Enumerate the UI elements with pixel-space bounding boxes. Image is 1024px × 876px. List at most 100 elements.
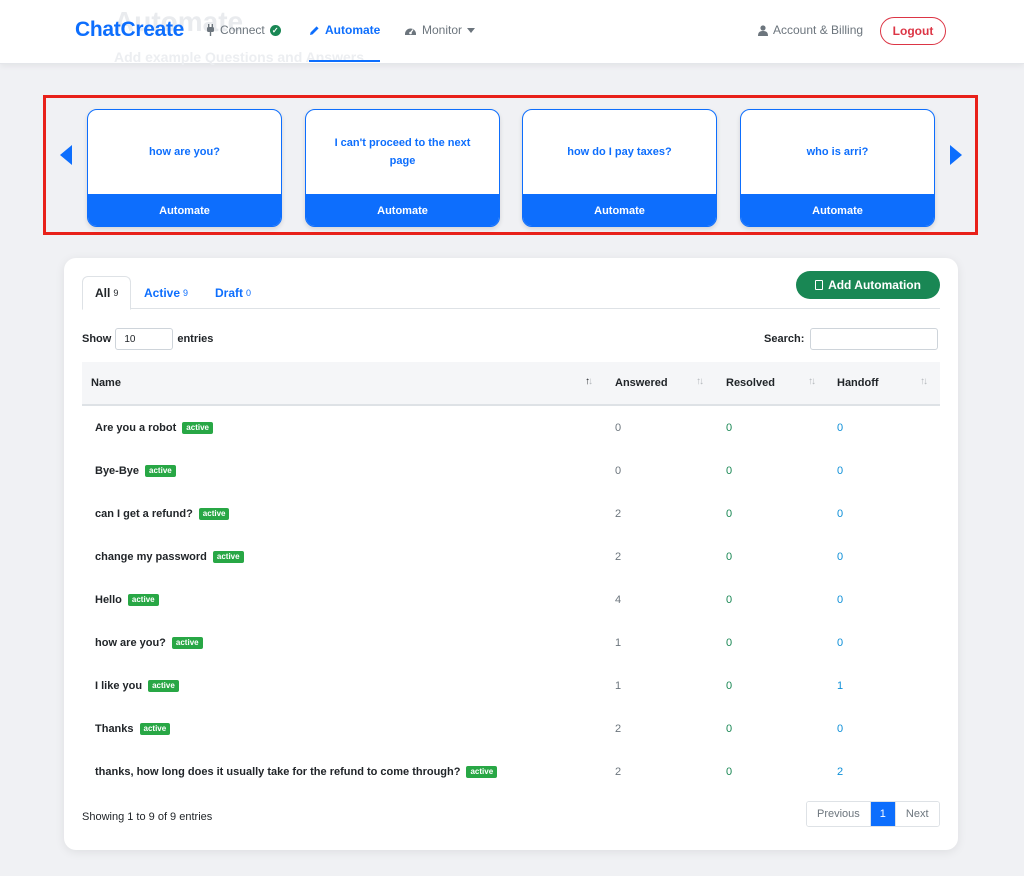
automation-name[interactable]: Are you a robot — [95, 422, 176, 434]
column-header-name[interactable]: Name — [91, 362, 121, 404]
answered-count: 2 — [615, 765, 622, 778]
automation-name-cell: can I get a refund? active — [95, 492, 230, 535]
automation-name[interactable]: can I get a refund? — [95, 508, 193, 520]
tab-all-count: 9 — [113, 288, 119, 298]
table-info: Showing 1 to 9 of 9 entries — [82, 811, 213, 823]
question-card-text: I can't proceed to the next page — [334, 137, 471, 167]
automation-name[interactable]: how are you? — [95, 637, 166, 649]
handoff-count[interactable]: 0 — [837, 492, 843, 535]
logout-button[interactable]: Logout — [880, 17, 946, 45]
automation-name-cell: I like you active — [95, 664, 179, 707]
table-row[interactable]: change my password active 2 0 0 — [82, 535, 940, 578]
entries-per-page-input[interactable] — [115, 328, 174, 350]
table-row[interactable]: thanks, how long does it usually take fo… — [82, 750, 940, 793]
resolved-count[interactable]: 0 — [726, 492, 732, 535]
check-circle-icon: ✓ — [269, 24, 281, 36]
handoff-count[interactable]: 1 — [837, 664, 843, 707]
automation-name[interactable]: thanks, how long does it usually take fo… — [95, 766, 460, 778]
brand-logo[interactable]: ChatCreate — [75, 18, 184, 42]
resolved-count[interactable]: 0 — [726, 621, 732, 664]
ghost-page-subtitle: Add example Questions and Answers — [114, 49, 364, 65]
plug-icon — [207, 24, 214, 36]
user-icon — [758, 24, 768, 36]
handoff-count[interactable]: 0 — [837, 578, 843, 621]
carousel-next-arrow-icon[interactable] — [950, 145, 962, 165]
status-badge: active — [171, 636, 203, 649]
automation-name[interactable]: Hello — [95, 594, 122, 606]
table-row[interactable]: can I get a refund? active 2 0 0 — [82, 492, 940, 535]
sort-asc-icon[interactable]: ↑↓ — [585, 376, 593, 387]
automate-button[interactable]: Automate — [306, 194, 499, 226]
sort-icon[interactable]: ↑↓ — [920, 376, 928, 387]
handoff-count[interactable]: 0 — [837, 707, 843, 750]
pagination-previous[interactable]: Previous — [807, 802, 871, 826]
handoff-count[interactable]: 0 — [837, 535, 843, 578]
nav-monitor-label: Monitor — [422, 23, 463, 37]
handoff-count[interactable]: 0 — [837, 406, 843, 449]
automate-button[interactable]: Automate — [741, 194, 934, 226]
question-card-text: how are you? — [149, 146, 220, 158]
automation-name-cell: Thanks active — [95, 707, 171, 750]
automate-button[interactable]: Automate — [523, 194, 716, 226]
nav-connect-label: Connect — [220, 23, 265, 37]
resolved-count[interactable]: 0 — [726, 707, 732, 750]
status-badge: active — [148, 679, 179, 692]
table-row[interactable]: Thanks active 2 0 0 — [82, 707, 940, 750]
search-input[interactable] — [810, 328, 939, 350]
automation-name[interactable]: I like you — [95, 680, 142, 692]
nav-automate-label: Automate — [325, 23, 381, 37]
status-badge: active — [466, 765, 498, 778]
answered-count: 0 — [615, 464, 622, 477]
table-row[interactable]: Are you a robot active 0 0 0 — [82, 406, 940, 449]
resolved-count[interactable]: 0 — [726, 664, 732, 707]
nav-monitor[interactable]: Monitor — [404, 23, 476, 37]
automation-name[interactable]: Thanks — [95, 723, 134, 735]
tab-draft-count: 0 — [246, 287, 252, 298]
column-header-answered[interactable]: Answered — [615, 362, 668, 404]
sort-icon[interactable]: ↑↓ — [696, 376, 704, 387]
resolved-count[interactable]: 0 — [726, 578, 732, 621]
question-card: how are you? Automate — [87, 109, 282, 227]
answered-count: 1 — [615, 679, 622, 692]
handoff-count[interactable]: 0 — [837, 449, 843, 492]
resolved-count[interactable]: 0 — [726, 535, 732, 578]
question-card-text: who is arri? — [806, 146, 869, 158]
add-automation-button[interactable]: Add Automation — [796, 271, 940, 299]
nav-automate[interactable]: Automate — [309, 23, 380, 37]
search-label: Search: — [764, 333, 805, 345]
table-row[interactable]: Bye-Bye active 0 0 0 — [82, 449, 940, 492]
answered-count: 2 — [615, 722, 622, 735]
handoff-count[interactable]: 0 — [837, 621, 843, 664]
table-row[interactable]: Hello active 4 0 0 — [82, 578, 940, 621]
active-nav-indicator — [309, 60, 380, 62]
status-badge: active — [212, 550, 244, 563]
automate-button[interactable]: Automate — [88, 194, 281, 226]
tab-active[interactable]: Active 9 — [132, 276, 200, 309]
table-row[interactable]: how are you? active 1 0 0 — [82, 621, 940, 664]
resolved-count[interactable]: 0 — [726, 750, 732, 793]
resolved-count[interactable]: 0 — [726, 449, 732, 492]
pagination-page-1[interactable]: 1 — [870, 802, 895, 826]
page-length-control: Show entries — [82, 328, 213, 350]
answered-count: 0 — [615, 421, 622, 434]
automation-name[interactable]: Bye-Bye — [95, 465, 139, 477]
nav-account-billing[interactable]: Account & Billing — [758, 23, 863, 37]
handoff-count[interactable]: 2 — [837, 750, 843, 793]
resolved-count[interactable]: 0 — [726, 406, 732, 449]
automation-name-cell: how are you? active — [95, 621, 203, 664]
pagination-next[interactable]: Next — [894, 802, 939, 826]
automation-name-cell: change my password active — [95, 535, 244, 578]
tab-all[interactable]: All 9 — [82, 276, 132, 310]
file-icon — [815, 280, 824, 290]
sort-icon[interactable]: ↑↓ — [808, 376, 816, 387]
dashboard-icon — [405, 28, 416, 35]
column-header-resolved[interactable]: Resolved — [726, 362, 775, 404]
tab-draft[interactable]: Draft 0 — [203, 276, 263, 309]
table-row[interactable]: I like you active 1 0 1 — [82, 664, 940, 707]
column-header-handoff[interactable]: Handoff — [837, 362, 879, 404]
nav-connect[interactable]: Connect ✓ — [206, 23, 281, 37]
carousel-prev-arrow-icon[interactable] — [60, 145, 72, 165]
status-badge: active — [127, 593, 159, 606]
answered-count: 2 — [615, 507, 622, 520]
automation-name[interactable]: change my password — [95, 551, 207, 563]
